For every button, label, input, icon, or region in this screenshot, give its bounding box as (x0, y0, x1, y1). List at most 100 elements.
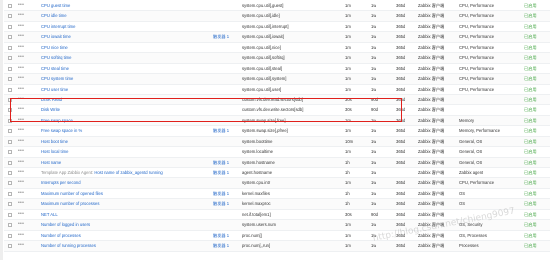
row-checkbox[interactable] (8, 35, 12, 40)
row-menu-icon[interactable]: ••• (18, 220, 24, 229)
item-name-link[interactable]: CPU user time (41, 85, 211, 94)
row-checkbox[interactable] (8, 66, 12, 71)
status-toggle-link[interactable]: 已启用 (524, 64, 537, 73)
status-toggle-link[interactable]: 已启用 (524, 74, 537, 83)
row-checkbox[interactable] (8, 212, 12, 217)
row-checkbox[interactable] (8, 223, 12, 228)
status-toggle-link[interactable]: 已启用 (524, 126, 537, 135)
row-menu-icon[interactable]: ••• (18, 43, 24, 52)
template-prefix-link[interactable]: Template App Zabbix Agent: (41, 170, 94, 175)
row-checkbox[interactable] (8, 77, 12, 82)
row-menu-icon[interactable]: ••• (18, 1, 24, 10)
item-name-link[interactable]: Free swap space (41, 116, 211, 125)
row-menu-icon[interactable]: ••• (18, 95, 24, 104)
item-name-text[interactable]: Free swap space (41, 118, 73, 123)
item-name-link[interactable]: Host local time (41, 147, 211, 156)
item-name-text[interactable]: CPU idle time (41, 13, 67, 18)
item-name-link[interactable]: CPU interrupt time (41, 22, 211, 31)
item-name-text[interactable]: Interrupts per second (41, 180, 81, 185)
item-name-text[interactable]: Number of processes (41, 233, 81, 238)
row-menu-icon[interactable]: ••• (18, 210, 24, 219)
status-toggle-link[interactable]: 已启用 (524, 210, 537, 219)
status-toggle-link[interactable]: 已启用 (524, 53, 537, 62)
status-toggle-link[interactable]: 已启用 (524, 95, 537, 104)
row-checkbox[interactable] (8, 181, 12, 186)
item-name-link[interactable]: Template App Zabbix Agent: Host name of … (41, 168, 211, 177)
item-name-text[interactable]: Maximum number of processes (41, 201, 99, 206)
row-menu-icon[interactable]: ••• (18, 116, 24, 125)
item-name-link[interactable]: Number of processes (41, 231, 211, 240)
item-name-text[interactable]: NET ALL (41, 212, 58, 217)
row-menu-icon[interactable]: ••• (18, 74, 24, 83)
row-menu-icon[interactable]: ••• (18, 158, 24, 167)
row-checkbox[interactable] (8, 87, 12, 92)
status-toggle-link[interactable]: 已启用 (524, 220, 537, 229)
item-name-link[interactable]: Host name (41, 158, 211, 167)
row-checkbox[interactable] (8, 191, 12, 196)
row-checkbox[interactable] (8, 171, 12, 175)
triggers-link[interactable]: 触发器 1 (213, 32, 229, 41)
status-toggle-link[interactable]: 已启用 (524, 85, 537, 94)
row-checkbox[interactable] (8, 24, 12, 29)
status-toggle-link[interactable]: 已启用 (524, 158, 537, 167)
row-menu-icon[interactable]: ••• (18, 22, 24, 31)
item-name-text[interactable]: CPU interrupt time (41, 24, 75, 29)
triggers-link[interactable]: 触发器 1 (213, 241, 229, 250)
triggers-link[interactable]: 触发器 1 (213, 189, 229, 198)
row-checkbox[interactable] (8, 118, 12, 123)
row-menu-icon[interactable]: ••• (18, 53, 24, 62)
row-checkbox[interactable] (8, 139, 12, 144)
triggers-link[interactable]: 触发器 1 (213, 158, 229, 167)
row-menu-icon[interactable]: ••• (18, 137, 24, 146)
item-name-link[interactable]: Maximum number of processes (41, 199, 211, 208)
item-name-link[interactable]: CPU softirq time (41, 53, 211, 62)
row-menu-icon[interactable]: ••• (18, 178, 24, 187)
row-checkbox[interactable] (8, 97, 12, 102)
row-menu-icon[interactable]: ••• (18, 11, 24, 20)
status-toggle-link[interactable]: 已启用 (524, 189, 537, 198)
row-checkbox[interactable] (8, 45, 12, 50)
item-name-link[interactable]: CPU guest time (41, 1, 211, 10)
row-checkbox[interactable] (8, 233, 12, 238)
item-name-text[interactable]: Host name of zabbix_agentd running (94, 170, 162, 175)
item-name-link[interactable]: Maximum number of opened files (41, 189, 211, 198)
row-menu-icon[interactable]: ••• (18, 147, 24, 156)
item-name-text[interactable]: Maximum number of opened files (41, 191, 103, 196)
row-menu-icon[interactable]: ••• (18, 231, 24, 240)
row-menu-icon[interactable]: ••• (18, 199, 24, 208)
row-checkbox[interactable] (8, 129, 12, 134)
item-name-text[interactable]: CPU user time (41, 87, 68, 92)
item-name-link[interactable]: Host boot time (41, 137, 211, 146)
item-name-link[interactable]: Number of logged in users (41, 220, 211, 229)
triggers-link[interactable]: 触发器 1 (213, 168, 229, 177)
item-name-text[interactable]: CPU nice time (41, 45, 68, 50)
item-name-link[interactable]: Interrupts per second (41, 178, 211, 187)
status-toggle-link[interactable]: 已启用 (524, 199, 537, 208)
status-toggle-link[interactable]: 已启用 (524, 43, 537, 52)
item-name-text[interactable]: CPU softirq time (41, 55, 71, 60)
row-checkbox[interactable] (8, 150, 12, 155)
status-toggle-link[interactable]: 已启用 (524, 11, 537, 20)
item-name-link[interactable]: CPU iowait time (41, 32, 211, 41)
status-toggle-link[interactable]: 已启用 (524, 32, 537, 41)
item-name-link[interactable]: CPU steal time (41, 64, 211, 73)
status-toggle-link[interactable]: 已启用 (524, 105, 537, 114)
row-checkbox[interactable] (8, 108, 12, 113)
row-checkbox[interactable] (8, 4, 12, 8)
item-name-link[interactable]: DISK Read (41, 95, 211, 104)
row-menu-icon[interactable]: ••• (18, 241, 24, 250)
item-name-link[interactable]: Number of running processes (41, 241, 211, 250)
item-name-text[interactable]: Host boot time (41, 139, 68, 144)
item-name-text[interactable]: CPU steal time (41, 66, 69, 71)
row-checkbox[interactable] (8, 244, 12, 249)
triggers-link[interactable]: 触发器 1 (213, 231, 229, 240)
row-menu-icon[interactable]: ••• (18, 126, 24, 135)
status-toggle-link[interactable]: 已启用 (524, 168, 537, 177)
row-menu-icon[interactable]: ••• (18, 168, 24, 177)
item-name-text[interactable]: Disk Write (41, 107, 60, 112)
status-toggle-link[interactable]: 已启用 (524, 241, 537, 250)
item-name-text[interactable]: Number of logged in users (41, 222, 90, 227)
status-toggle-link[interactable]: 已启用 (524, 116, 537, 125)
row-menu-icon[interactable]: ••• (18, 105, 24, 114)
row-checkbox[interactable] (8, 160, 12, 165)
